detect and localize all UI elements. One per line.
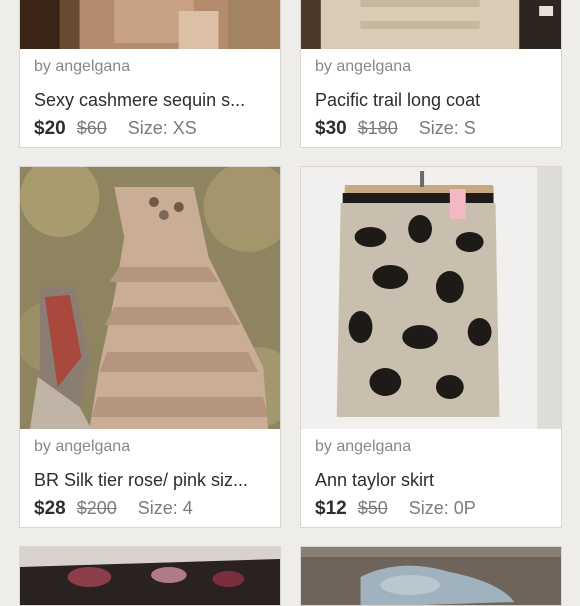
original-price: $200 — [76, 498, 117, 518]
listing-photo[interactable] — [20, 0, 280, 49]
listing-card[interactable]: by angelgana Pacific trail long coat $30… — [300, 0, 562, 148]
listing-photo[interactable] — [20, 167, 280, 429]
listing-title[interactable]: Ann taylor skirt — [315, 469, 551, 491]
original-price: $60 — [76, 118, 107, 138]
seller-name[interactable]: by angelgana — [315, 57, 551, 77]
listing-photo[interactable] — [20, 547, 280, 605]
listing-title[interactable]: Sexy cashmere sequin s... — [34, 89, 270, 111]
seller-name[interactable]: by angelgana — [315, 437, 551, 457]
listing-title[interactable]: Pacific trail long coat — [315, 89, 551, 111]
seller-name[interactable]: by angelgana — [34, 437, 270, 457]
listing-card[interactable]: by angelgana BR Silk tier rose/ pink siz… — [19, 166, 281, 528]
listing-price: $30 — [315, 118, 347, 139]
seller-name[interactable]: by angelgana — [34, 57, 270, 77]
listing-size: Size: 0P — [408, 498, 476, 518]
original-price: $50 — [357, 498, 388, 518]
listing-photo[interactable] — [301, 547, 561, 605]
listing-title[interactable]: BR Silk tier rose/ pink siz... — [34, 469, 270, 491]
listing-grid: by angelgana Sexy cashmere sequin s... $… — [0, 0, 580, 606]
listing-photo[interactable] — [301, 167, 561, 429]
listing-price: $20 — [34, 118, 66, 139]
listing-card[interactable] — [300, 546, 562, 606]
original-price: $180 — [357, 118, 398, 138]
listing-card[interactable] — [19, 546, 281, 606]
listing-price: $28 — [34, 498, 66, 519]
listing-size: Size: XS — [127, 118, 197, 138]
listing-photo[interactable] — [301, 0, 561, 49]
listing-size: Size: S — [418, 118, 476, 138]
listing-price: $12 — [315, 498, 347, 519]
listing-card[interactable]: by angelgana Sexy cashmere sequin s... $… — [19, 0, 281, 148]
listing-size: Size: 4 — [137, 498, 193, 518]
listing-card[interactable]: by angelgana Ann taylor skirt $12 $50 Si… — [300, 166, 562, 528]
